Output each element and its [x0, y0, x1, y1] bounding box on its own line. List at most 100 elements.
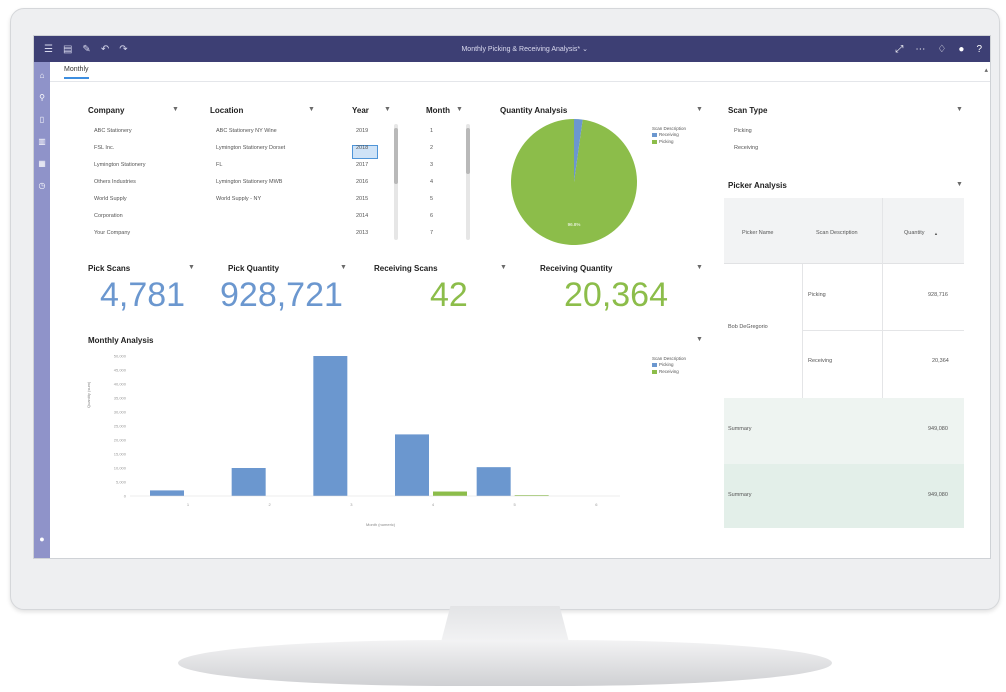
collapse-icon[interactable]: ▴: [984, 66, 988, 74]
year-item[interactable]: 2018: [356, 145, 368, 151]
kpi-pick-scans: 4,781: [100, 276, 186, 314]
pie-legend-picking[interactable]: Picking: [659, 139, 674, 144]
company-item[interactable]: Others Industries: [94, 179, 136, 185]
folder-icon[interactable]: ▤: [63, 44, 72, 55]
picker-analysis-title: Picker Analysis: [728, 181, 787, 190]
help-icon[interactable]: ?: [976, 44, 982, 55]
year-item[interactable]: 2013: [356, 230, 368, 236]
column-header-quantity[interactable]: Quantity: [904, 230, 924, 236]
y-tick-label: 5,000: [116, 480, 127, 485]
month-item[interactable]: 1: [430, 128, 433, 134]
bar-receiving-month-4[interactable]: [433, 491, 467, 496]
company-title: Company: [88, 106, 125, 115]
year-title: Year: [352, 106, 369, 115]
scan-type-item[interactable]: Receiving: [734, 145, 758, 151]
month-item[interactable]: 2: [430, 145, 433, 151]
monitor-base: [178, 640, 832, 686]
bell-icon[interactable]: ♢: [937, 44, 946, 55]
company-item[interactable]: FSL Inc.: [94, 145, 114, 151]
document-icon[interactable]: ▯: [34, 112, 50, 128]
x-tick-label: 6: [595, 502, 598, 507]
year-item[interactable]: 2016: [356, 179, 368, 185]
month-item[interactable]: 3: [430, 162, 433, 168]
y-tick-label: 20,000: [114, 438, 127, 443]
dashboard-title[interactable]: Monthly Picking & Receiving Analysis* ⌄: [154, 45, 895, 53]
month-item[interactable]: 5: [430, 196, 433, 202]
monthly-analysis-menu-icon[interactable]: ▼: [696, 336, 703, 343]
undo-icon[interactable]: ↶: [101, 44, 109, 55]
bar-picking-month-5[interactable]: [476, 467, 511, 496]
expand-icon[interactable]: ⤢: [895, 44, 903, 55]
year-menu-icon[interactable]: ▼: [384, 106, 391, 113]
bar-picking-month-1[interactable]: [150, 490, 184, 496]
month-item[interactable]: 7: [430, 230, 433, 236]
company-item[interactable]: ABC Stationery: [94, 128, 132, 134]
book-icon[interactable]: ▥: [34, 134, 50, 150]
menu-icon[interactable]: ☰: [44, 44, 53, 55]
year-scroll-thumb[interactable]: [394, 128, 398, 184]
grid-icon[interactable]: ▦: [34, 156, 50, 172]
quantity-analysis-title: Quantity Analysis: [500, 106, 568, 115]
home-icon[interactable]: ⌂: [34, 68, 50, 84]
kpi-title-receiving-quantity: Receiving Quantity: [540, 264, 613, 273]
more-icon[interactable]: ⋯: [915, 44, 925, 55]
year-item[interactable]: 2014: [356, 213, 368, 219]
bar-picking-month-3[interactable]: [313, 356, 348, 496]
bar-picking-month-2[interactable]: [231, 468, 266, 496]
company-item[interactable]: Corporation: [94, 213, 123, 219]
screen: ☰ ▤ ✎ ↶ ↷ Monthly Picking & Receiving An…: [33, 35, 991, 559]
legend-swatch-receiving: [652, 370, 657, 374]
kpi-menu-icon[interactable]: ▼: [188, 264, 195, 271]
pencil-icon[interactable]: ✎: [82, 44, 90, 55]
sort-ascending-icon[interactable]: ▲: [934, 231, 938, 236]
x-tick-label: 5: [514, 502, 517, 507]
month-item[interactable]: 6: [430, 213, 433, 219]
location-item[interactable]: World Supply - NY: [216, 196, 261, 202]
year-item[interactable]: 2019: [356, 128, 368, 134]
pie-legend-receiving[interactable]: Receiving: [659, 132, 679, 137]
scan-type-menu-icon[interactable]: ▼: [956, 106, 963, 113]
account-icon[interactable]: ●: [34, 534, 50, 544]
monthly-analysis-title: Monthly Analysis: [88, 336, 154, 345]
quantity-pie-chart: 96.8%: [511, 119, 637, 245]
quantity-cell: 20,364: [932, 358, 949, 364]
year-scrollbar[interactable]: [394, 124, 398, 240]
location-item[interactable]: Lymington Stationery MWB: [216, 179, 282, 185]
month-scrollbar[interactable]: [466, 124, 470, 240]
y-tick-label: 0: [124, 494, 127, 499]
bar-legend-receiving[interactable]: Receiving: [659, 369, 679, 374]
month-menu-icon[interactable]: ▼: [456, 106, 463, 113]
kpi-menu-icon[interactable]: ▼: [340, 264, 347, 271]
bar-legend-picking[interactable]: Picking: [659, 362, 674, 367]
month-scroll-thumb[interactable]: [466, 128, 470, 174]
bar-picking-month-4[interactable]: [395, 434, 429, 496]
location-item[interactable]: ABC Stationery NY Wine: [216, 128, 277, 134]
month-item[interactable]: 4: [430, 179, 433, 185]
year-item[interactable]: 2017: [356, 162, 368, 168]
column-header-picker-name[interactable]: Picker Name: [742, 230, 773, 236]
year-item[interactable]: 2015: [356, 196, 368, 202]
company-item[interactable]: World Supply: [94, 196, 127, 202]
company-item[interactable]: Your Company: [94, 230, 130, 236]
picker-name-cell: Bob DeGregorio: [728, 324, 768, 330]
tab-monthly[interactable]: Monthly: [64, 66, 89, 79]
clock-icon[interactable]: ◷: [34, 178, 50, 194]
redo-icon[interactable]: ↷: [119, 44, 127, 55]
user-icon[interactable]: ●: [958, 44, 964, 55]
location-item[interactable]: FL: [216, 162, 222, 168]
y-tick-label: 45,000: [114, 368, 127, 373]
picker-analysis-menu-icon[interactable]: ▼: [956, 181, 963, 188]
location-menu-icon[interactable]: ▼: [308, 106, 315, 113]
scan-type-item[interactable]: Picking: [734, 128, 752, 134]
kpi-title-receiving-scans: Receiving Scans: [374, 264, 438, 273]
search-icon[interactable]: ⚲: [34, 90, 50, 106]
kpi-menu-icon[interactable]: ▼: [696, 264, 703, 271]
company-item[interactable]: Lymington Stationery: [94, 162, 145, 168]
location-item[interactable]: Lymington Stationery Dorset: [216, 145, 285, 151]
y-tick-label: 35,000: [114, 396, 127, 401]
divider: [882, 198, 883, 398]
kpi-menu-icon[interactable]: ▼: [500, 264, 507, 271]
company-menu-icon[interactable]: ▼: [172, 106, 179, 113]
quantity-analysis-menu-icon[interactable]: ▼: [696, 106, 703, 113]
column-header-scan-description[interactable]: Scan Description: [816, 230, 858, 236]
